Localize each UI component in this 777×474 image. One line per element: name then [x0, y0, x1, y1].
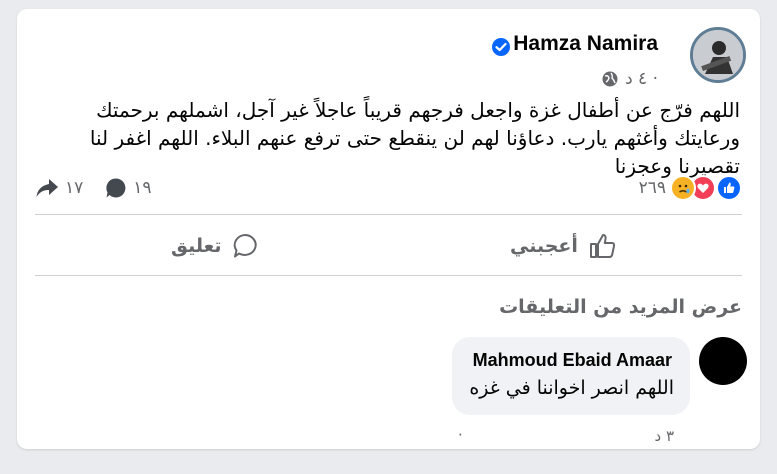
share-count: ١٧: [65, 178, 84, 198]
engagement-stats: ١٧ ١٩: [35, 174, 152, 202]
comment-stat[interactable]: ١٩: [105, 177, 152, 199]
comment-bubble-icon: [106, 178, 126, 198]
comment-bubble: [452, 337, 690, 415]
like-button[interactable]: أعجبني: [510, 229, 618, 263]
share-stat[interactable]: ١٧: [35, 177, 83, 199]
verified-badge-icon: [492, 38, 510, 56]
comment-button[interactable]: تعليق: [171, 229, 260, 263]
like-reaction-icon: [716, 175, 742, 201]
divider-top: [35, 214, 742, 215]
post-card: Hamza Namira ٤ د · اللهم فرّج عن أطفال غ…: [17, 9, 760, 449]
care-reaction-icon: [670, 175, 696, 201]
thumbs-up-icon: [589, 234, 615, 258]
divider-bottom: [35, 275, 742, 276]
comment-author-name[interactable]: Mahmoud Ebaid Amaar: [473, 350, 672, 371]
share-icon: [36, 179, 58, 197]
post-body-text: اللهم فرّج عن أطفال غزة واجعل فرجهم قريب…: [89, 98, 740, 178]
comment-count: ١٩: [133, 178, 152, 198]
post-meta: ٤ د ·: [601, 67, 658, 91]
reactions-summary[interactable]: ٢٦٩: [639, 174, 742, 202]
like-label: أعجبني: [510, 235, 578, 257]
comment-text: اللهم انصر اخواننا في غزه: [469, 377, 674, 399]
post-timestamp[interactable]: ٤ د ·: [625, 69, 658, 89]
comment-label: تعليق: [171, 235, 222, 257]
globe-icon: [602, 71, 618, 87]
author-avatar[interactable]: [690, 27, 746, 83]
comment-timestamp[interactable]: ٣ د: [654, 427, 674, 445]
comment-separator-dot: ·: [458, 426, 463, 444]
comment-icon: [233, 233, 257, 258]
reaction-count: ٢٦٩: [638, 178, 666, 198]
view-more-comments-link[interactable]: عرض المزيد من التعليقات: [499, 296, 742, 318]
post-author-name[interactable]: Hamza Namira: [513, 32, 658, 56]
comment-author-avatar[interactable]: [699, 337, 747, 385]
